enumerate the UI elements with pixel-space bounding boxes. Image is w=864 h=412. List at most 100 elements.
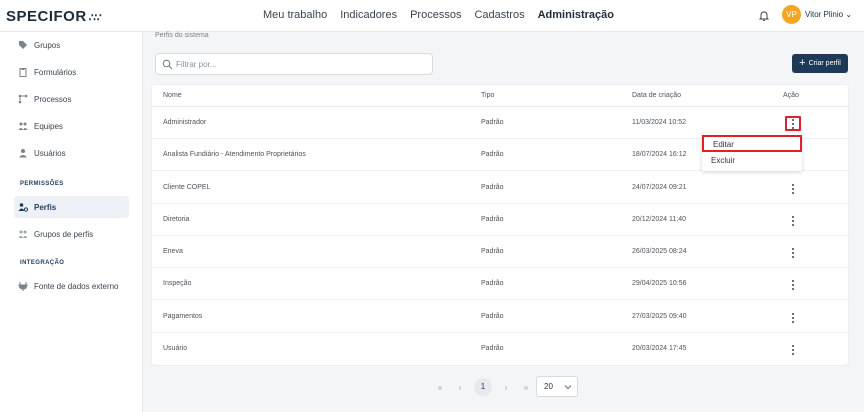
- table-row: Diretoria Padrão 20/12/2024 11:40: [152, 204, 850, 236]
- table-row: Usuário Padrão 20/03/2024 17:45: [152, 333, 850, 365]
- avatar[interactable]: VP: [782, 5, 801, 24]
- cell-data: 29/04/2025 10:56: [632, 280, 687, 287]
- cell-data: 24/07/2024 09:21: [632, 184, 687, 191]
- cell-data: 26/03/2025 08:24: [632, 248, 687, 255]
- sidebar-item-label: Grupos: [34, 40, 61, 50]
- menu-item-editar[interactable]: Editar: [702, 135, 802, 152]
- row-actions-button[interactable]: [785, 277, 801, 292]
- table-row: Eneva Padrão 26/03/2025 08:24: [152, 236, 850, 268]
- cell-nome: Pagamentos: [163, 313, 203, 320]
- pagination: « ‹ 1 › »: [430, 377, 536, 397]
- user-name: Vitor Plinio: [805, 10, 844, 19]
- page-size-select[interactable]: 20: [536, 376, 578, 397]
- cell-tipo: Padrão: [481, 151, 504, 158]
- profiles-group-icon: [18, 230, 28, 238]
- create-profile-label: Criar perfil: [808, 60, 841, 67]
- search-box: [155, 53, 433, 75]
- page-1-button[interactable]: 1: [474, 378, 492, 396]
- sidebar-item-label: Usuários: [34, 148, 66, 158]
- cell-tipo: Padrão: [481, 280, 504, 287]
- search-icon: [162, 59, 173, 70]
- row-actions-button[interactable]: [785, 213, 801, 228]
- cell-tipo: Padrão: [481, 184, 504, 191]
- sidebar-item-label: Equipes: [34, 121, 63, 131]
- column-tipo[interactable]: Tipo: [481, 92, 494, 99]
- sidebar-item-equipes[interactable]: Equipes: [14, 115, 129, 137]
- cell-nome: Administrador: [163, 119, 207, 126]
- sidebar-item-grupos[interactable]: Grupos: [14, 34, 129, 56]
- app-logo[interactable]: SPECIFOR ∴∵: [6, 8, 102, 25]
- search-input[interactable]: [176, 57, 426, 72]
- row-actions-button[interactable]: [785, 181, 801, 196]
- table-row: Cliente COPEL Padrão 24/07/2024 09:21: [152, 172, 850, 204]
- nav-meu-trabalho[interactable]: Meu trabalho: [263, 9, 327, 21]
- page-title: Perfis do sistema: [155, 32, 209, 39]
- cell-tipo: Padrão: [481, 216, 504, 223]
- sidebar: Grupos Formulários Processos Equipes Usu…: [0, 32, 143, 412]
- top-bar: SPECIFOR ∴∵ Meu trabalho Indicadores Proc…: [0, 0, 864, 32]
- table-row: Pagamentos Padrão 27/03/2025 09:40: [152, 301, 850, 333]
- row-actions-menu: Editar Excluir: [702, 133, 802, 171]
- section-integracao: INTEGRAÇÃO: [20, 260, 65, 266]
- table-header: Nome Tipo Data de criação Ação: [152, 85, 850, 107]
- profile-gear-icon: [18, 203, 28, 212]
- nav-processos[interactable]: Processos: [410, 9, 461, 21]
- user-menu[interactable]: Vitor Plinio ⌄: [805, 10, 852, 19]
- cell-tipo: Padrão: [481, 313, 504, 320]
- cell-nome: Eneva: [163, 248, 183, 255]
- section-permissoes: PERMISSÕES: [20, 181, 64, 187]
- cell-tipo: Padrão: [481, 248, 504, 255]
- cell-nome: Analista Fundiário - Atendimento Proprie…: [163, 151, 306, 158]
- nav-administracao[interactable]: Administração: [538, 9, 614, 21]
- prev-page-button[interactable]: ‹: [450, 383, 470, 392]
- sidebar-item-formularios[interactable]: Formulários: [14, 61, 129, 83]
- plus-icon: +: [799, 57, 806, 69]
- sidebar-item-grupos-de-perfis[interactable]: Grupos de perfis: [14, 223, 129, 245]
- sidebar-item-perfis[interactable]: Perfis: [14, 196, 129, 218]
- flow-icon: [18, 94, 28, 104]
- profiles-table: Nome Tipo Data de criação Ação Administr…: [151, 84, 850, 366]
- user-icon: [19, 149, 27, 158]
- sidebar-item-label: Processos: [34, 94, 72, 104]
- cell-data: 20/12/2024 11:40: [632, 216, 686, 223]
- cell-data: 18/07/2024 16:12: [632, 151, 687, 158]
- cell-nome: Diretoria: [163, 216, 190, 223]
- tag-icon: [19, 41, 27, 49]
- plug-icon: [18, 282, 28, 291]
- row-actions-button[interactable]: [785, 342, 801, 357]
- column-nome[interactable]: Nome: [163, 92, 182, 99]
- sidebar-item-label: Grupos de perfis: [34, 229, 94, 239]
- cell-tipo: Padrão: [481, 119, 504, 126]
- cell-data: 27/03/2025 09:40: [632, 313, 687, 320]
- nav-indicadores[interactable]: Indicadores: [340, 9, 397, 21]
- sidebar-item-processos[interactable]: Processos: [14, 88, 129, 110]
- sidebar-item-label: Perfis: [34, 202, 57, 212]
- next-page-button[interactable]: ›: [496, 383, 516, 392]
- nav-cadastros[interactable]: Cadastros: [474, 9, 524, 21]
- column-acao: Ação: [783, 92, 799, 99]
- sidebar-item-label: Fonte de dados externo: [34, 281, 119, 291]
- column-data-criacao[interactable]: Data de criação: [632, 92, 681, 99]
- create-profile-button[interactable]: + Criar perfil: [792, 54, 848, 73]
- cell-nome: Cliente COPEL: [163, 184, 211, 191]
- main-nav: Meu trabalho Indicadores Processos Cadas…: [263, 9, 627, 21]
- last-page-button[interactable]: »: [516, 383, 536, 392]
- sidebar-item-fonte-de-dados[interactable]: Fonte de dados externo: [14, 275, 129, 297]
- row-actions-button[interactable]: [785, 245, 801, 260]
- sidebar-item-label: Formulários: [34, 67, 77, 77]
- page-size-value: 20: [544, 382, 553, 391]
- cell-data: 11/03/2024 10:52: [632, 119, 686, 126]
- sidebar-item-usuarios[interactable]: Usuários: [14, 142, 129, 164]
- chevron-down-icon: [564, 385, 572, 390]
- cell-nome: Inspeção: [163, 280, 192, 287]
- cell-tipo: Padrão: [481, 345, 504, 352]
- cell-nome: Usuário: [163, 345, 188, 352]
- clipboard-icon: [19, 68, 27, 77]
- first-page-button[interactable]: «: [430, 383, 450, 392]
- team-icon: [18, 122, 28, 130]
- row-actions-button[interactable]: [785, 310, 801, 325]
- row-actions-button[interactable]: [785, 116, 801, 131]
- bell-icon[interactable]: [758, 10, 770, 22]
- table-row: Inspeção Padrão 29/04/2025 10:56: [152, 268, 850, 300]
- menu-item-excluir[interactable]: Excluir: [702, 153, 802, 170]
